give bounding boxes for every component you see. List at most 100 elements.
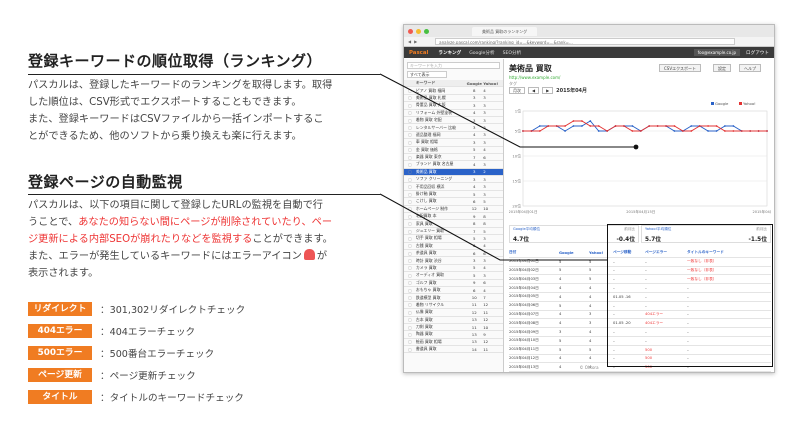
keyword-row[interactable]: ▢ 絵画 買取 相場 13 12 (404, 339, 503, 347)
row-check-icon[interactable]: ▢ (404, 221, 416, 226)
row-check-icon[interactable]: ▢ (404, 192, 416, 197)
keyword-row[interactable]: ▢ レンタルサーバー 比較 3 3 (404, 124, 503, 132)
keyword-row[interactable]: ▢ 車 買取 相場 3 3 (404, 139, 503, 147)
date-link[interactable]: 2015年04月12日 (509, 356, 559, 361)
row-check-icon[interactable]: ▢ (404, 288, 416, 293)
app-logo[interactable]: Pascal (409, 50, 428, 56)
date-link[interactable]: 2015年04月03日 (509, 277, 559, 282)
keyword-row[interactable]: ▢ 鉄道模型 買取 10 7 (404, 294, 503, 302)
keyword-row[interactable]: ▢ 美術品 買取 3 2 (404, 168, 503, 177)
keyword-row[interactable]: ▢ 着物 リサイクル 11 12 (404, 302, 503, 310)
row-check-icon[interactable]: ▢ (404, 243, 416, 248)
keyword-row[interactable]: ▢ おもちゃ 買取 6 4 (404, 287, 503, 295)
row-check-icon[interactable]: ▢ (404, 125, 416, 130)
minimize-window-icon[interactable] (416, 28, 421, 34)
row-check-icon[interactable]: ▢ (404, 325, 416, 330)
row-check-icon[interactable]: ▢ (404, 251, 416, 256)
row-check-icon[interactable]: ▢ (404, 103, 416, 108)
keyword-row[interactable]: ▢ 不用品回収 横浜 4 3 (404, 183, 503, 191)
next-month-button[interactable]: ▶ (542, 87, 554, 94)
date-link[interactable]: 2015年04月02日 (509, 268, 559, 273)
keyword-url[interactable]: http://www.example.com/ (509, 75, 560, 80)
close-window-icon[interactable] (408, 28, 413, 34)
row-check-icon[interactable]: ▢ (404, 310, 416, 315)
keyword-search-input[interactable]: キーワードを入力 (407, 62, 500, 69)
forward-icon[interactable]: ▶ (414, 39, 417, 44)
keyword-row[interactable]: ▢ 宅配買取 本98 (404, 213, 503, 221)
keyword-row[interactable]: ▢ ゴルフ 買取 9 6 (404, 280, 503, 287)
row-check-icon[interactable]: ▢ (404, 110, 416, 115)
row-check-icon[interactable]: ▢ (404, 155, 416, 160)
keyword-row[interactable]: ▢ リフォーム 外壁塗装 4 3 (404, 110, 503, 117)
row-check-icon[interactable]: ▢ (404, 169, 416, 174)
keyword-row[interactable]: ▢ カメラ 買取 5 4 (404, 265, 503, 273)
row-check-icon[interactable]: ▢ (404, 280, 416, 285)
row-check-icon[interactable]: ▢ (404, 199, 416, 204)
keyword-row[interactable]: ▢ 仏像 買取 12 11 (404, 309, 503, 317)
keyword-row[interactable]: ▢ 切手 買取 相場 5 3 (404, 235, 503, 243)
keyword-row[interactable]: ▢ 着物 買取 宅配 3 3 (404, 117, 503, 125)
date-link[interactable]: 2015年04月06日 (509, 303, 559, 308)
row-check-icon[interactable]: ▢ (404, 214, 416, 219)
logout-link[interactable]: ログアウト (746, 50, 769, 56)
keyword-row[interactable]: ▢ 楽器 買取 東京 7 6 (404, 154, 503, 162)
row-check-icon[interactable]: ▢ (404, 302, 416, 307)
keyword-row[interactable]: ▢ ブランド 買取 名古屋 4 3 (404, 161, 503, 169)
date-link[interactable]: 2015年04月04日 (509, 286, 559, 291)
keyword-row[interactable]: ▢ 陶器 買取 13 9 (404, 331, 503, 339)
row-check-icon[interactable]: ▢ (404, 339, 416, 344)
keyword-row[interactable]: ▢ ピアノ 買取 福岡 8 4 (404, 87, 503, 95)
row-check-icon[interactable]: ▢ (404, 347, 416, 352)
date-link[interactable]: 2015年04月01日 (509, 259, 559, 264)
row-check-icon[interactable]: ▢ (404, 258, 416, 263)
help-button[interactable]: ヘルプ (739, 64, 761, 72)
date-link[interactable]: 2015年04月11日 (509, 347, 559, 352)
row-check-icon[interactable]: ▢ (404, 295, 416, 300)
date-link[interactable]: 2015年04月07日 (509, 312, 559, 317)
row-check-icon[interactable]: ▢ (404, 265, 416, 270)
row-check-icon[interactable]: ▢ (404, 118, 416, 123)
nav-seo-analysis[interactable]: SEO分析 (503, 50, 522, 56)
url-input[interactable]: analyze.pascal.com/ranking/?ranking_id=.… (435, 38, 736, 45)
user-email[interactable]: foo@example.co.jp (693, 49, 741, 56)
row-check-icon[interactable]: ▢ (404, 95, 416, 100)
keyword-row[interactable]: ▢ 茶道具 買取 6 6 (404, 250, 503, 258)
row-check-icon[interactable]: ▢ (404, 332, 416, 337)
date-link[interactable]: 2015年04月08日 (509, 321, 559, 326)
row-check-icon[interactable]: ▢ (404, 132, 416, 137)
keyword-row[interactable]: ▢ ソファ クリーニング 3 3 (404, 176, 503, 184)
keyword-row[interactable]: ▢ 刀剣 買取 11 10 (404, 324, 503, 332)
row-check-icon[interactable]: ▢ (404, 88, 416, 93)
nav-ranking[interactable]: ランキング (438, 50, 461, 56)
keyword-row[interactable]: ▢ 時計 買取 渋谷 3 3 (404, 257, 503, 265)
settings-button[interactable]: 設定 (713, 64, 731, 72)
keyword-row[interactable]: ▢ ホームページ 制作 12 10 (404, 206, 503, 214)
keyword-row[interactable]: ▢ オーディオ 買取 5 3 (404, 272, 503, 280)
row-check-icon[interactable]: ▢ (404, 177, 416, 182)
row-check-icon[interactable]: ▢ (404, 206, 416, 211)
keyword-row[interactable]: ▢ 家具 買取 8 8 (404, 220, 503, 228)
keyword-row[interactable]: ▢ 掛け軸 買取 5 3 (404, 191, 503, 199)
row-check-icon[interactable]: ▢ (404, 236, 416, 241)
keyword-row[interactable]: ▢ 金 買取 価格 5 4 (404, 147, 503, 154)
date-link[interactable]: 2015年04月09日 (509, 330, 559, 335)
keyword-row[interactable]: ▢ こけし 買取 6 5 (404, 198, 503, 206)
prev-month-button[interactable]: ◀ (528, 87, 540, 94)
row-check-icon[interactable]: ▢ (404, 273, 416, 278)
period-select[interactable]: 月次 (509, 87, 525, 94)
browser-tab[interactable]: 美術品 買取のランキング (472, 26, 538, 36)
row-check-icon[interactable]: ▢ (404, 317, 416, 322)
keyword-row[interactable]: ▢ 古銭 買取 6 4 (404, 243, 503, 250)
row-check-icon[interactable]: ▢ (404, 229, 416, 234)
nav-google-analytics[interactable]: Google分析 (469, 50, 494, 56)
keyword-filter-select[interactable]: すべて表示 (407, 71, 447, 78)
row-check-icon[interactable]: ▢ (404, 147, 416, 152)
back-icon[interactable]: ◀ (408, 39, 411, 44)
row-check-icon[interactable]: ▢ (404, 162, 416, 167)
keyword-row[interactable]: ▢ 骨董品 買取 大阪 3 3 (404, 102, 503, 110)
row-check-icon[interactable]: ▢ (404, 140, 416, 145)
keyword-row[interactable]: ▢ 遺品整理 福岡 4 3 (404, 132, 503, 140)
date-link[interactable]: 2015年04月10日 (509, 338, 559, 343)
keyword-row[interactable]: ▢ 古本 買取 13 12 (404, 317, 503, 324)
row-check-icon[interactable]: ▢ (404, 184, 416, 189)
